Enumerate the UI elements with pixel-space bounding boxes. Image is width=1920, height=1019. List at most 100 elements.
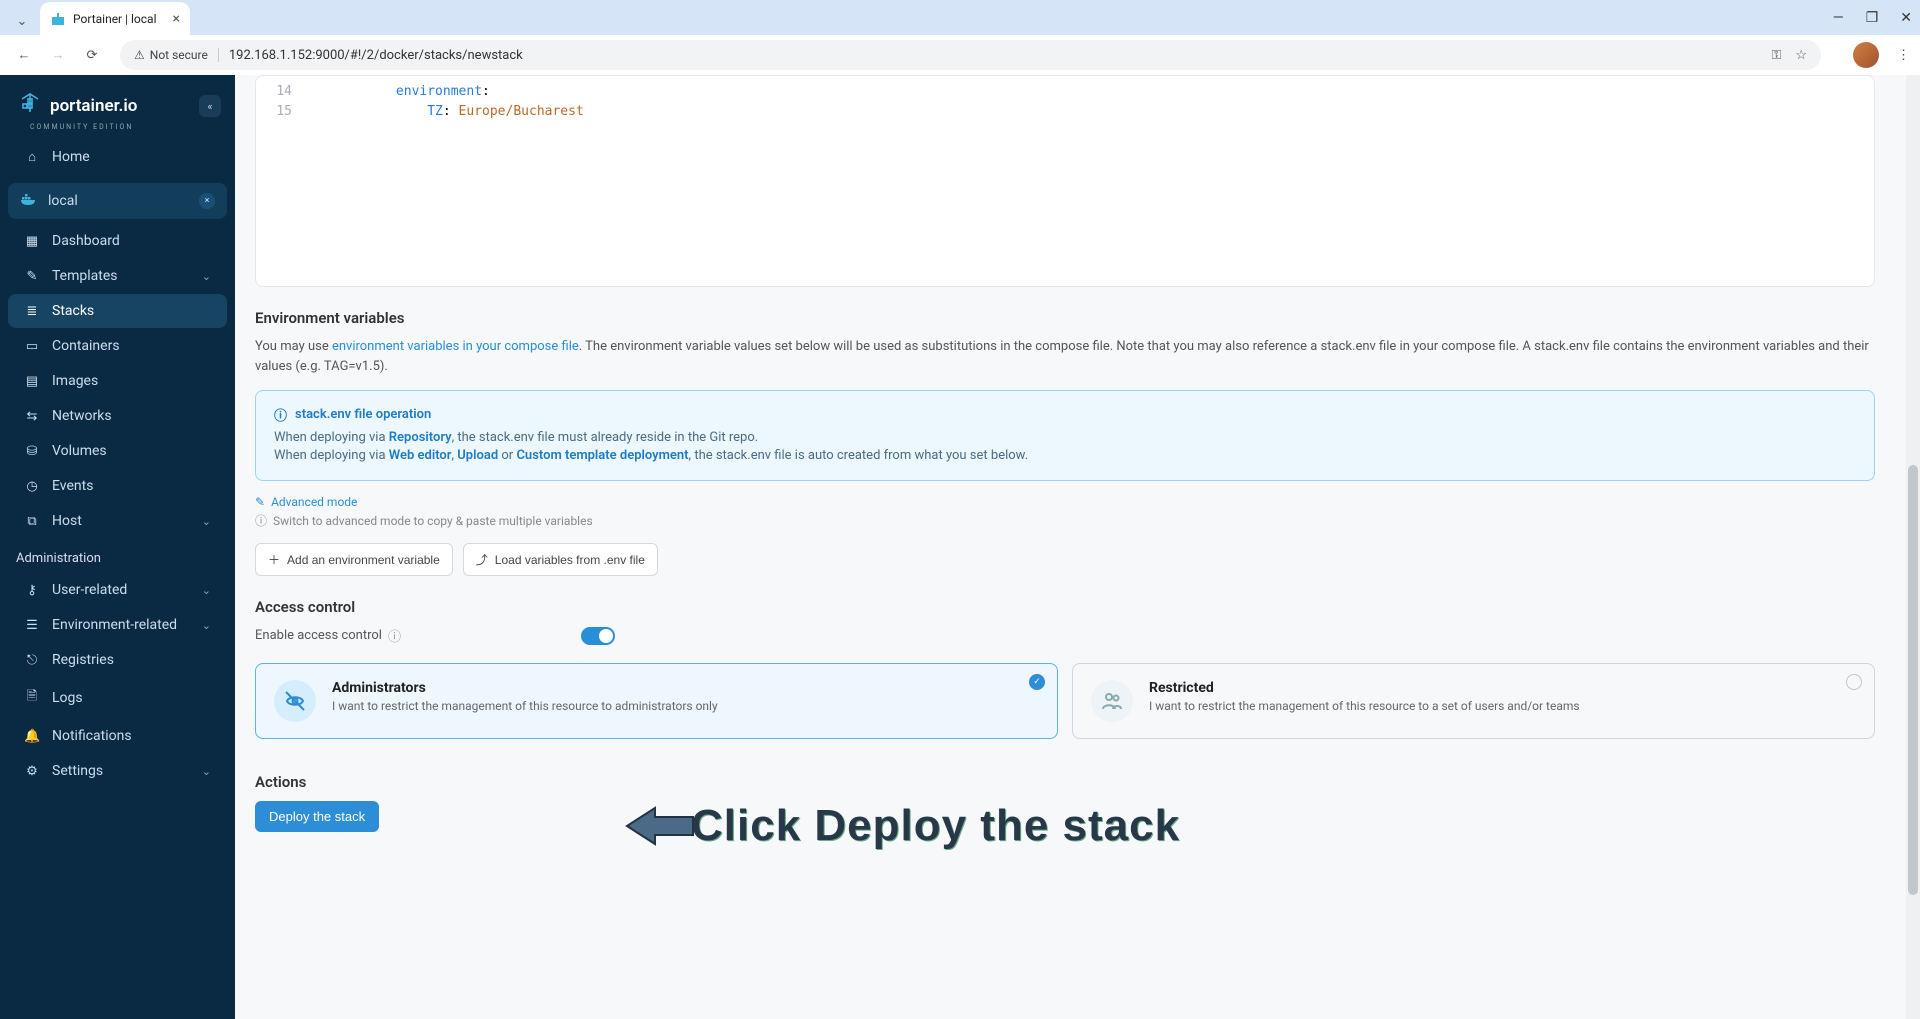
users-icon [1091,680,1133,722]
sidebar-item-home[interactable]: ⌂ Home [8,140,227,174]
env-vars-doc-link[interactable]: environment variables in your compose fi… [332,339,579,354]
sidebar-item-host[interactable]: ⧉ Host ⌄ [8,504,227,538]
help-icon[interactable]: ⓘ [388,626,401,645]
access-control-toggle[interactable] [581,627,615,645]
sidebar-admin-item-registries[interactable]: ⎋Registries [8,643,227,677]
edit-icon: ✎ [255,495,265,509]
nav-icon: ✎ [24,269,40,284]
browser-tab[interactable]: Portainer | local × [40,2,190,35]
nav-reload-icon[interactable]: ⟳ [78,41,106,69]
sidebar-item-stacks[interactable]: ≣Stacks [8,294,227,328]
tab-close-icon[interactable]: × [173,11,180,27]
web-editor-card: 1415 environment: TZ: Europe/Bucharest [255,75,1875,287]
sidebar-admin-item-settings[interactable]: ⚙Settings⌄ [8,754,227,788]
nav-icon: ⧉ [24,514,40,529]
nav-back-icon[interactable]: ← [10,41,38,69]
text: , the stack.env file is auto created fro… [689,448,1029,463]
btn-label: Add an environment variable [287,553,440,567]
actions-title: Actions [255,773,1875,791]
text: Web editor [389,448,452,463]
access-option-restricted[interactable]: Restricted I want to restrict the manage… [1072,663,1875,739]
nav-label: Logs [52,690,83,706]
logo-subtitle: COMMUNITY EDITION [30,123,235,139]
nav-icon: ⚷ [24,583,40,598]
env-vars-desc: You may use environment variables in you… [255,337,1875,376]
stack-env-info-box: ⓘ stack.env file operation When deployin… [255,390,1875,481]
sidebar-collapse-button[interactable]: « [199,95,221,117]
env-vars-title: Environment variables [255,309,1875,327]
nav-label: Home [52,149,90,165]
access-control-title: Access control [255,598,1875,616]
add-env-var-button[interactable]: ＋ Add an environment variable [255,543,453,576]
load-env-file-button[interactable]: ⤴ Load variables from .env file [463,543,658,576]
sidebar: portainer.io « COMMUNITY EDITION ⌂ Home … [0,75,235,1019]
nav-label: Images [52,373,98,389]
tab-favicon-icon [50,11,66,27]
deploy-stack-button[interactable]: Deploy the stack [255,801,379,832]
logo-text: portainer.io [50,96,137,116]
nav-icon: ▦ [24,234,40,249]
nav-icon: ☰ [24,618,40,633]
card-title: Administrators [332,680,718,696]
advanced-mode-link[interactable]: ✎ Advanced mode [255,495,357,509]
nav-label: Volumes [52,443,107,459]
password-key-icon[interactable]: ⚿ [1771,48,1781,63]
env-close-icon[interactable]: × [199,193,215,209]
text: When deploying via [274,448,389,463]
window-close-icon[interactable]: ✕ [1900,10,1912,26]
security-badge[interactable]: ⚠ Not secure [134,48,219,62]
access-toggle-label: Enable access control ⓘ [255,626,401,645]
sidebar-item-templates[interactable]: ✎Templates⌄ [8,259,227,293]
nav-icon: ▤ [24,374,40,389]
security-label: Not secure [150,48,208,62]
sidebar-item-dashboard[interactable]: ▦Dashboard [8,224,227,258]
sidebar-item-networks[interactable]: ⇆Networks [8,399,227,433]
sidebar-item-events[interactable]: ◷Events [8,469,227,503]
nav-icon: 🔔 [24,729,40,744]
sidebar-admin-item-notifications[interactable]: 🔔Notifications [8,719,227,753]
hint-text: Switch to advanced mode to copy & paste … [273,514,593,528]
nav-icon: ◷ [24,479,40,494]
sidebar-admin-item-logs[interactable]: 🗎Logs [8,678,227,718]
nav-label: Environment-related [52,617,177,633]
card-title: Restricted [1149,680,1580,696]
sidebar-item-containers[interactable]: ▭ Containers [8,329,227,363]
chevron-down-icon: ⌄ [202,515,211,528]
window-minimize-icon[interactable]: — [1833,10,1844,26]
home-icon: ⌂ [24,149,40,165]
admin-section-label: Administration [0,539,235,572]
scrollbar-thumb[interactable] [1908,465,1918,895]
nav-icon: ▭ [24,339,40,354]
address-bar[interactable]: ⚠ Not secure 192.168.1.152:9000/#!/2/doc… [120,40,1821,70]
editor-code-area[interactable]: environment: TZ: Europe/Bucharest [302,76,1874,286]
nav-icon: ⛁ [24,444,40,459]
access-option-administrators[interactable]: Administrators I want to restrict the ma… [255,663,1058,739]
profile-avatar[interactable] [1853,42,1879,68]
nav-label: Settings [52,763,103,779]
upload-icon: ⤴ [476,551,488,568]
browser-menu-icon[interactable]: ⋮ [1897,48,1910,63]
bookmark-star-icon[interactable]: ☆ [1795,48,1807,63]
chevron-down-icon: ⌄ [202,619,211,632]
env-selector[interactable]: local × [8,183,227,219]
btn-label: Load variables from .env file [495,553,645,567]
chevron-down-icon: ⌄ [202,584,211,597]
sidebar-admin-item-environment-related[interactable]: ☰ Environment-related ⌄ [8,608,227,642]
info-small-icon: ⓘ [255,512,267,529]
nav-label: Host [52,513,82,529]
sidebar-item-images[interactable]: ▤ Images [8,364,227,398]
text: , the stack.env file must already reside… [452,430,759,445]
info-icon: ⓘ [274,405,287,424]
sidebar-admin-item-user-related[interactable]: ⚷User-related⌄ [8,573,227,607]
window-maximize-icon[interactable]: ❐ [1866,10,1879,26]
scrollbar-track[interactable] [1906,75,1920,1019]
nav-icon: ≣ [24,304,40,319]
desc-pre: You may use [255,339,332,354]
main-content: 1415 environment: TZ: Europe/Bucharest E… [235,75,1920,1019]
sidebar-item-volumes[interactable]: ⛁ Volumes [8,434,227,468]
tab-list-chevron[interactable]: ⌄ [8,7,36,35]
tab-title: Portainer | local [73,12,166,26]
chevron-down-icon: ⌄ [202,765,211,778]
card-desc: I want to restrict the management of thi… [1149,699,1580,713]
nav-label: Containers [52,338,120,354]
